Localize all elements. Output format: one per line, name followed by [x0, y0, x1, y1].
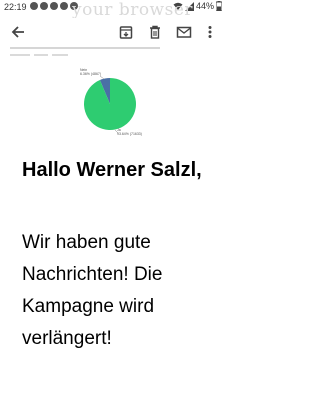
email-greeting: Hallo Werner Salzl, [22, 159, 202, 181]
slice-label-ja-value: 93.64% (71633) [117, 132, 142, 136]
watermark: your browser [72, 0, 194, 20]
status-time: 22:19 [4, 2, 27, 12]
slice-label-ja: Ja 93.64% (71633) [117, 128, 142, 136]
notification-icon [50, 2, 58, 10]
notification-icon [30, 2, 38, 10]
email-body: Wir haben gute Nachrichten! Die Kampagne… [22, 232, 163, 349]
notification-icon [40, 2, 48, 10]
archive-icon[interactable] [118, 24, 134, 40]
more-vert-icon[interactable] [202, 24, 218, 40]
slice-label-nein: Nein 6.36% (4867) [80, 68, 101, 76]
slice-label-nein-value: 6.36% (4867) [80, 72, 102, 76]
back-arrow-icon[interactable] [10, 24, 26, 40]
notification-icons [30, 2, 78, 10]
faded-content [10, 46, 215, 62]
notification-icon [60, 2, 68, 10]
leader-line-nein [99, 75, 105, 80]
pie-slice-ja [84, 78, 136, 130]
email-toolbar [0, 18, 225, 46]
delete-icon[interactable] [147, 24, 163, 40]
battery-icon [216, 1, 222, 11]
mail-icon[interactable] [176, 24, 192, 40]
battery-level: 44% [195, 1, 214, 11]
pie-chart: Nein 6.36% (4867) Ja 93.64% (71633) [60, 62, 160, 142]
pie-chart-svg [84, 75, 136, 134]
